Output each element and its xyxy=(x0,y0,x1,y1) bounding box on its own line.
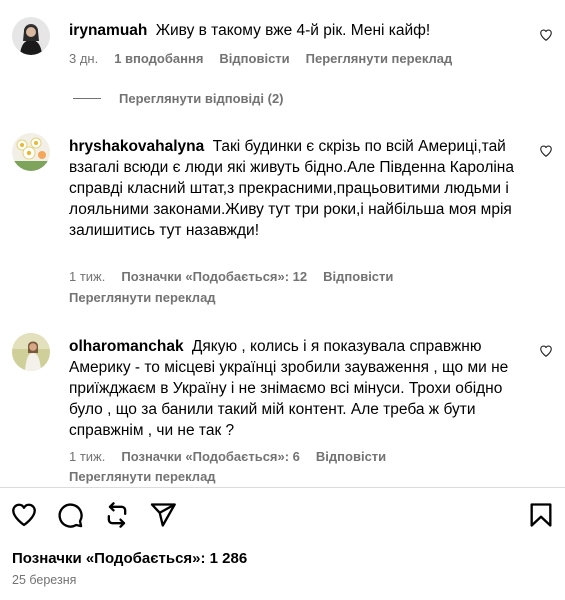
post-date[interactable]: 25 березня xyxy=(12,573,76,587)
reply-button[interactable]: Відповісти xyxy=(316,449,386,464)
heart-icon xyxy=(12,503,36,527)
post-likes-count[interactable]: Позначки «Подобається»: 1 286 xyxy=(12,550,247,567)
heart-icon[interactable] xyxy=(539,28,553,42)
bookmark-icon xyxy=(530,503,552,527)
share-button[interactable] xyxy=(149,501,177,529)
comment-likes[interactable]: 1 вподобання xyxy=(114,51,203,66)
heart-icon[interactable] xyxy=(539,144,553,158)
comment-meta: 1 тиж. Позначки «Подобається»: 12 Відпов… xyxy=(69,269,393,284)
comment-likes[interactable]: Позначки «Подобається»: 6 xyxy=(121,449,300,464)
comment-meta: 1 тиж. Позначки «Подобається»: 6 Відпові… xyxy=(69,449,386,464)
comment-meta: 3 дн. 1 вподобання Відповісти Переглянут… xyxy=(69,51,452,66)
view-replies-label[interactable]: Переглянути відповіді (2) xyxy=(119,91,284,106)
comment-username[interactable]: hryshakovahalyna xyxy=(69,138,204,155)
comment-bubble-icon xyxy=(58,503,83,528)
comment-time[interactable]: 3 дн. xyxy=(69,51,98,66)
reply-button[interactable]: Відповісти xyxy=(323,269,393,284)
repost-button[interactable] xyxy=(103,501,131,529)
translate-button[interactable]: Переглянути переклад xyxy=(69,290,216,305)
avatar-hryshakovahalyna[interactable] xyxy=(12,133,50,171)
heart-icon[interactable] xyxy=(539,344,553,358)
comment-text: hryshakovahalyna Такі будинки є скрізь п… xyxy=(69,136,529,241)
comment-button[interactable] xyxy=(56,501,84,529)
translate-button[interactable]: Переглянути переклад xyxy=(69,469,216,484)
paper-plane-icon xyxy=(150,503,176,527)
comment-time[interactable]: 1 тиж. xyxy=(69,449,105,464)
repost-icon xyxy=(107,502,127,528)
avatar-irynamuah[interactable] xyxy=(12,17,50,55)
comment-time[interactable]: 1 тиж. xyxy=(69,269,105,284)
like-button[interactable] xyxy=(10,501,38,529)
comment-likes[interactable]: Позначки «Подобається»: 12 xyxy=(121,269,307,284)
divider xyxy=(0,487,565,488)
comment-content: Живу в такому вже 4-й рік. Мені кайф! xyxy=(155,22,431,39)
comment-text: olharomanchak Дякую , колись і я показув… xyxy=(69,336,529,441)
comment-username[interactable]: irynamuah xyxy=(69,22,147,39)
save-button[interactable] xyxy=(527,501,555,529)
replies-divider-line xyxy=(73,98,101,99)
post-actions xyxy=(0,501,565,531)
translate-button[interactable]: Переглянути переклад xyxy=(306,51,453,66)
comment-text: irynamuah Живу в такому вже 4-й рік. Мен… xyxy=(69,20,529,41)
view-replies-button[interactable]: Переглянути відповіді (2) xyxy=(73,91,284,106)
avatar-olharomanchak[interactable] xyxy=(12,333,50,371)
reply-button[interactable]: Відповісти xyxy=(219,51,289,66)
comment-username[interactable]: olharomanchak xyxy=(69,338,184,355)
